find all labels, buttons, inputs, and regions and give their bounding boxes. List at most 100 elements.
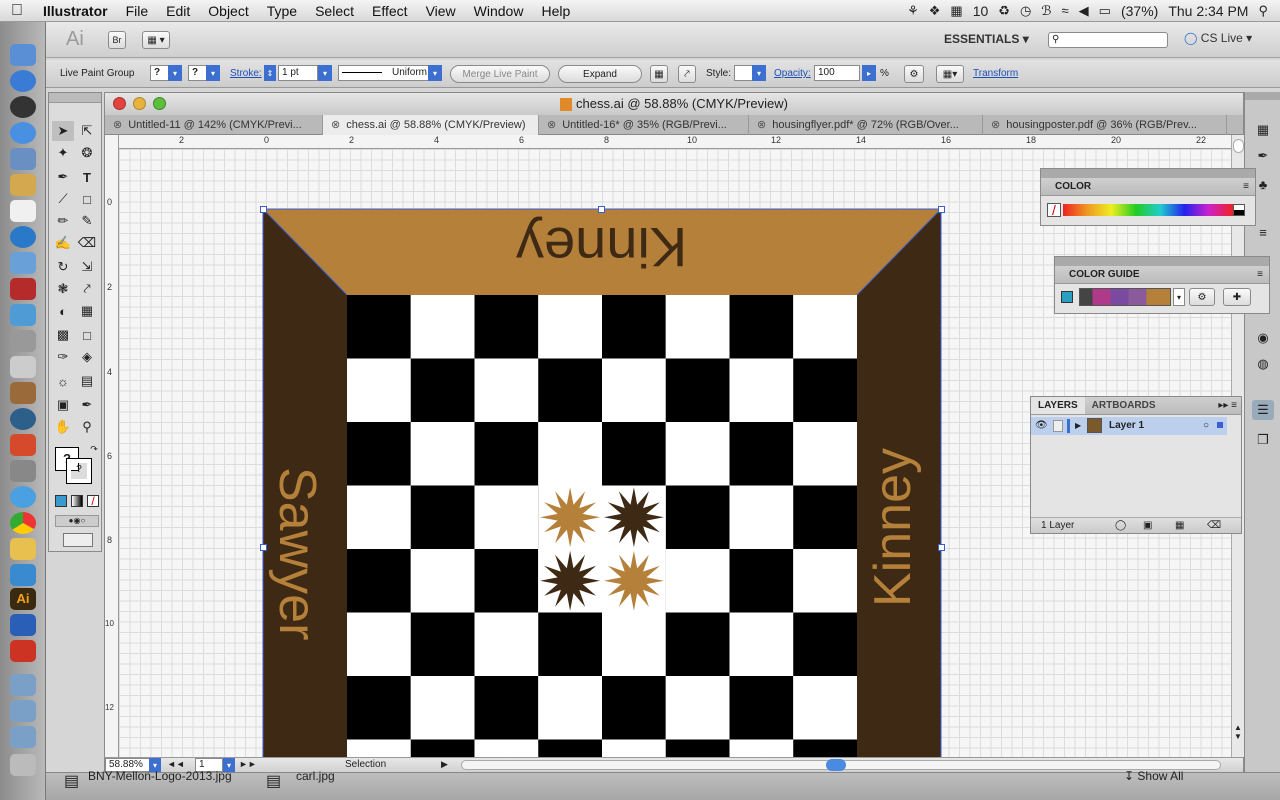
board-square[interactable] — [665, 358, 730, 423]
status-menu-icon[interactable]: ▶ — [441, 759, 448, 770]
isolate-group-icon[interactable]: ⤤ — [678, 65, 696, 83]
safari-icon[interactable] — [10, 486, 36, 508]
resize-handle[interactable] — [260, 206, 267, 213]
bluetooth-icon[interactable]: ℬ — [1041, 3, 1051, 19]
board-square[interactable] — [347, 422, 411, 486]
resize-handle[interactable] — [938, 544, 945, 551]
tab-untitled-11[interactable]: ⊗ Untitled-11 @ 142% (CMYK/Previ... — [105, 115, 323, 135]
dropbox-icon[interactable]: ❖ — [929, 3, 941, 19]
download-item[interactable]: carl.jpg — [296, 769, 335, 783]
locate-object-icon[interactable]: ◯ — [1115, 518, 1126, 534]
cs-live-button[interactable]: ◯ CS Live ▾ — [1184, 31, 1252, 45]
type-tool-icon[interactable]: T — [76, 167, 98, 187]
close-window-icon[interactable] — [113, 97, 126, 110]
board-square[interactable] — [410, 422, 475, 486]
time-machine-dock-icon[interactable] — [10, 408, 36, 430]
board-square[interactable] — [347, 549, 411, 613]
color-panel-grip[interactable] — [1041, 169, 1255, 178]
resize-handle[interactable] — [260, 544, 267, 551]
layers-panel-icon[interactable]: ☰ — [1252, 400, 1274, 420]
warp-tool-icon[interactable]: ❃ — [52, 279, 74, 299]
search-help-input[interactable]: ⚲ — [1048, 32, 1168, 48]
artboard-prev-icon[interactable]: ◄◄ — [167, 759, 185, 769]
blend-tool-icon[interactable]: ◈ — [76, 347, 98, 367]
apple-icon[interactable]:  — [0, 2, 34, 20]
board-square[interactable] — [793, 295, 857, 359]
profile-dropdown[interactable]: ▾ — [428, 65, 442, 81]
board-square[interactable] — [665, 485, 730, 550]
edit-colors-icon[interactable]: ⚙ — [1189, 288, 1215, 306]
photo-booth-icon[interactable] — [10, 278, 36, 300]
color-guide-grip[interactable] — [1055, 257, 1269, 266]
zoom-window-icon[interactable] — [153, 97, 166, 110]
document-title-bar[interactable]: chess.ai @ 58.88% (CMYK/Preview) — [105, 93, 1243, 115]
acrobat-icon[interactable] — [10, 640, 36, 662]
hand-tool-icon[interactable]: ✋ — [52, 417, 74, 437]
layer-name[interactable]: Layer 1 — [1109, 417, 1144, 435]
eyedropper-tool-icon[interactable]: ✑ — [52, 347, 74, 367]
style-dropdown[interactable]: ▾ — [752, 65, 766, 81]
mesh-tool-icon[interactable]: ▩ — [52, 325, 74, 345]
color-panel-title[interactable]: COLOR — [1055, 178, 1091, 195]
rectangle-tool-icon[interactable]: □ — [76, 189, 98, 209]
contacts-icon[interactable] — [10, 174, 36, 196]
board-square[interactable] — [538, 422, 602, 486]
board-square[interactable] — [793, 739, 857, 758]
zoom-tool-icon[interactable]: ⚲ — [76, 417, 98, 437]
board-square[interactable] — [793, 485, 857, 550]
artboard-next-icon[interactable]: ►► — [239, 759, 257, 769]
menu-effect[interactable]: Effect — [363, 3, 417, 19]
pen-tool-app-icon[interactable] — [10, 460, 36, 482]
color-mode-icon[interactable] — [55, 495, 67, 507]
status-tool-label[interactable]: Selection — [345, 759, 386, 770]
layer-row[interactable]: 👁 ▶ Layer 1 ○ — [1031, 417, 1227, 435]
resize-handle[interactable] — [598, 206, 605, 213]
battery-icon[interactable]: ▭ — [1099, 3, 1111, 19]
board-square[interactable] — [474, 422, 539, 486]
transparency-icon[interactable]: ◉ — [1252, 328, 1274, 348]
trash-icon[interactable] — [10, 754, 36, 776]
board-square[interactable] — [347, 676, 411, 740]
opacity-label[interactable]: Opacity: — [774, 68, 811, 79]
artboards-panel-icon[interactable]: ❐ — [1252, 430, 1274, 450]
lasso-tool-icon[interactable]: ❂ — [76, 143, 98, 163]
board-square[interactable] — [410, 549, 475, 613]
board-square[interactable] — [410, 739, 475, 758]
left-player-name[interactable]: Sawyer — [268, 467, 326, 640]
transform-link[interactable]: Transform — [973, 68, 1018, 79]
harmony-dropdown[interactable]: ▾ — [1173, 288, 1185, 306]
applications-folder-icon[interactable] — [10, 674, 36, 696]
preview-icon[interactable] — [10, 304, 36, 326]
merge-live-paint-button[interactable]: Merge Live Paint — [450, 65, 550, 83]
close-tab-icon[interactable]: ⊗ — [991, 119, 1000, 131]
harmony-rules-swatches[interactable] — [1079, 288, 1171, 306]
board-square[interactable] — [665, 676, 730, 740]
dashboard-icon[interactable] — [10, 96, 36, 118]
drawing-modes-icon[interactable]: ●◉○ — [55, 515, 99, 527]
screen-mode-icon[interactable] — [63, 533, 93, 547]
free-transform-tool-icon[interactable]: ⤤ — [76, 279, 98, 299]
download-item[interactable]: BNY-Mellon-Logo-2013.jpg — [88, 769, 232, 783]
finder-icon[interactable] — [10, 44, 36, 66]
board-square[interactable] — [538, 739, 602, 758]
board-square[interactable] — [474, 485, 539, 550]
board-square[interactable] — [793, 676, 857, 740]
brushes-icon[interactable]: ✒ — [1252, 146, 1274, 166]
close-tab-icon[interactable]: ⊗ — [113, 119, 122, 131]
bridge-icon[interactable] — [10, 538, 36, 560]
pen-tool-icon[interactable]: ✒ — [52, 167, 74, 187]
clock[interactable]: Thu 2:34 PM — [1168, 3, 1248, 19]
perspective-grid-tool-icon[interactable]: ▦ — [76, 301, 98, 321]
horizontal-scrollbar[interactable] — [461, 759, 1221, 771]
board-square[interactable] — [602, 739, 666, 758]
stroke-weight-dropdown[interactable]: ▾ — [318, 65, 332, 81]
board-square[interactable] — [793, 422, 857, 486]
expand-button[interactable]: Expand — [558, 65, 642, 83]
save-color-group-icon[interactable]: ✚ — [1223, 288, 1251, 306]
menu-select[interactable]: Select — [306, 3, 363, 19]
target-icon[interactable]: ○ — [1203, 417, 1209, 435]
board-square[interactable] — [538, 358, 602, 423]
line-tool-icon[interactable]: ⟋ — [52, 189, 74, 209]
board-square[interactable] — [410, 676, 475, 740]
visibility-eye-icon[interactable]: 👁 — [1035, 417, 1048, 435]
